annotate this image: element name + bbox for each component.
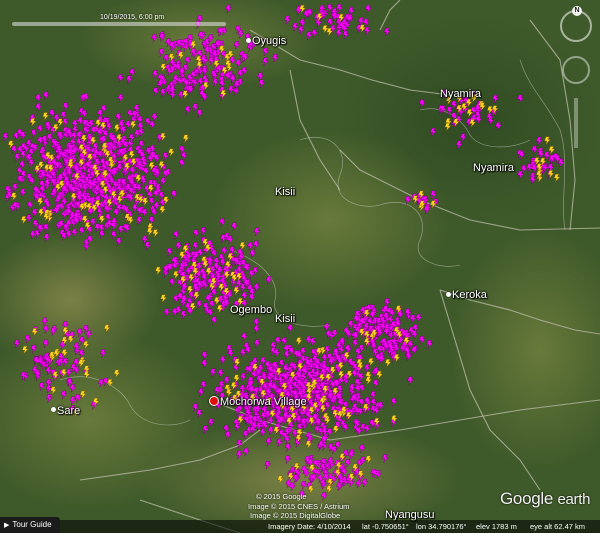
time-slider-track[interactable] [12, 22, 226, 26]
keroka-dot [446, 292, 451, 297]
eye-altitude-readout: eye alt 62.47 km [530, 522, 586, 531]
time-slider-label: 10/19/2015, 6:00 pm [100, 14, 165, 21]
credit-google: © 2015 Google [256, 492, 307, 501]
pan-control[interactable] [562, 56, 590, 84]
place-label-sare: Sare [57, 405, 81, 417]
sare-dot [51, 407, 56, 412]
credit-cnes: Image © 2015 CNES / Astrium [248, 502, 350, 511]
tour-guide-button[interactable]: ▶ Tour Guide [0, 517, 60, 533]
mochorwa-village-marker[interactable] [209, 396, 219, 406]
credit-digitalglobe: Image © 2015 DigitalGlobe [250, 511, 341, 520]
oyugis-dot [246, 38, 251, 43]
place-label-kisii-top: Kisii [275, 186, 296, 198]
tour-guide-label: Tour Guide [12, 520, 52, 529]
place-label-nyamira: Nyamira [473, 162, 514, 174]
zoom-slider[interactable] [574, 98, 578, 148]
play-triangle-icon: ▶ [4, 522, 10, 529]
map-viewport[interactable]: Oyugis Nyamira Nyamira Kisii Kisii Kerok… [0, 0, 600, 533]
elevation-readout: elev 1783 m [476, 522, 517, 531]
north-icon[interactable]: N [572, 6, 582, 16]
place-label-kisii: Kisii [275, 313, 296, 325]
place-label-ogembo: Ogembo [230, 304, 273, 316]
place-label-nyamira-north: Nyamira [440, 88, 481, 100]
longitude-readout: lon 34.790176° [416, 522, 467, 531]
place-label-oyugis: Oyugis [252, 35, 287, 47]
imagery-date: Imagery Date: 4/10/2014 [268, 522, 351, 531]
latitude-readout: lat -0.750651° [362, 522, 409, 531]
satellite-map[interactable] [0, 0, 600, 533]
place-label-mochorwa: Mochorwa Village [220, 396, 307, 408]
time-slider[interactable]: 10/19/2015, 6:00 pm [12, 14, 226, 30]
google-earth-logo: Google earth [500, 489, 590, 509]
earth-wordmark: earth [557, 491, 591, 508]
google-wordmark: Google [500, 489, 554, 508]
place-label-keroka: Keroka [452, 289, 487, 301]
navigation-controls[interactable]: N [556, 4, 596, 154]
